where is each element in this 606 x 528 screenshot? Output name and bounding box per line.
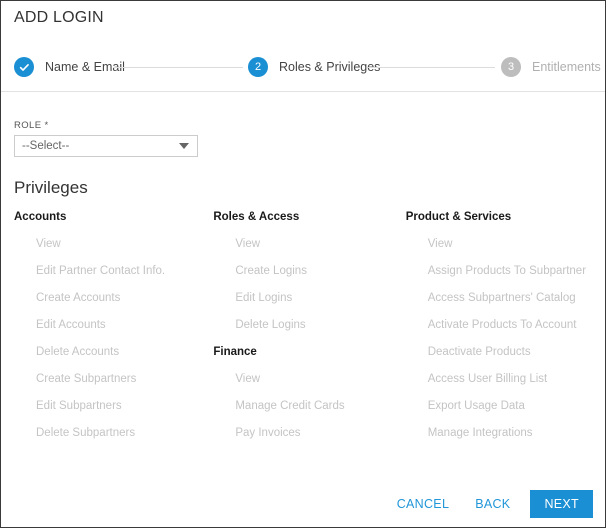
privilege-item[interactable]: Pay Invoices (213, 426, 395, 453)
privileges-columns: Accounts View Edit Partner Contact Info.… (1, 210, 605, 453)
step-name-and-email[interactable]: Name & Email (14, 53, 125, 81)
privilege-item[interactable]: Delete Subpartners (14, 426, 202, 453)
privileges-column-accounts: Accounts View Edit Partner Contact Info.… (1, 210, 202, 453)
privilege-item[interactable]: Edit Logins (213, 291, 395, 318)
privilege-item[interactable]: Manage Credit Cards (213, 399, 395, 426)
privilege-item[interactable]: Export Usage Data (406, 399, 605, 426)
add-login-wizard: ADD LOGIN Name & Email 2 Roles & Privile… (0, 0, 606, 528)
page-title: ADD LOGIN (14, 9, 104, 26)
privilege-item[interactable]: Activate Products To Account (406, 318, 605, 345)
privilege-item[interactable]: Edit Subpartners (14, 399, 202, 426)
privilege-item[interactable]: View (213, 372, 395, 399)
step-1-badge (14, 57, 34, 77)
privilege-item[interactable]: View (213, 237, 395, 264)
step-2-badge: 2 (248, 57, 268, 77)
step-roles-and-privileges[interactable]: 2 Roles & Privileges (248, 53, 380, 81)
privilege-item[interactable]: Assign Products To Subpartner (406, 264, 605, 291)
privilege-item[interactable]: Edit Accounts (14, 318, 202, 345)
wizard-footer: CANCEL BACK NEXT (1, 481, 605, 527)
role-field: ROLE * --Select-- (14, 120, 198, 157)
privilege-item[interactable]: Create Subpartners (14, 372, 202, 399)
privilege-item[interactable]: Delete Accounts (14, 345, 202, 372)
group-header-product-services: Product & Services (405, 211, 512, 223)
step-2-label: Roles & Privileges (279, 60, 381, 74)
privilege-item[interactable]: Edit Partner Contact Info. (14, 264, 202, 291)
step-entitlements[interactable]: 3 Entitlements (501, 53, 601, 81)
role-select-value: --Select-- (22, 140, 70, 152)
step-3-label: Entitlements (532, 60, 601, 74)
group-header-accounts: Accounts (14, 211, 67, 223)
title-bar: ADD LOGIN (1, 1, 605, 35)
group-header-roles-access: Roles & Access (213, 211, 300, 223)
header-divider (1, 91, 605, 92)
group-header-finance: Finance (213, 346, 257, 358)
back-button[interactable]: BACK (469, 493, 516, 515)
privilege-item[interactable]: Manage Integrations (406, 426, 605, 453)
privilege-item[interactable]: Create Accounts (14, 291, 202, 318)
chevron-down-icon (179, 143, 189, 149)
privilege-item[interactable]: Access User Billing List (406, 372, 605, 399)
step-3-badge: 3 (501, 57, 521, 77)
privileges-heading: Privileges (14, 178, 88, 197)
next-button[interactable]: NEXT (530, 490, 593, 518)
privilege-item[interactable]: View (406, 237, 605, 264)
stepper-connector-2 (368, 67, 495, 68)
role-select[interactable]: --Select-- (14, 135, 198, 157)
stepper-connector-1 (113, 67, 243, 68)
privilege-item[interactable]: Access Subpartners' Catalog (406, 291, 605, 318)
privilege-item[interactable]: Delete Logins (213, 318, 395, 345)
privileges-column-product-services: Product & Services View Assign Products … (396, 210, 605, 453)
privilege-item[interactable]: Deactivate Products (406, 345, 605, 372)
privileges-column-roles-finance: Roles & Access View Create Logins Edit L… (202, 210, 395, 453)
role-label: ROLE * (14, 120, 49, 131)
privilege-item[interactable]: View (14, 237, 202, 264)
wizard-stepper: Name & Email 2 Roles & Privileges 3 Enti… (1, 53, 605, 81)
privilege-item[interactable]: Create Logins (213, 264, 395, 291)
cancel-button[interactable]: CANCEL (391, 493, 456, 515)
